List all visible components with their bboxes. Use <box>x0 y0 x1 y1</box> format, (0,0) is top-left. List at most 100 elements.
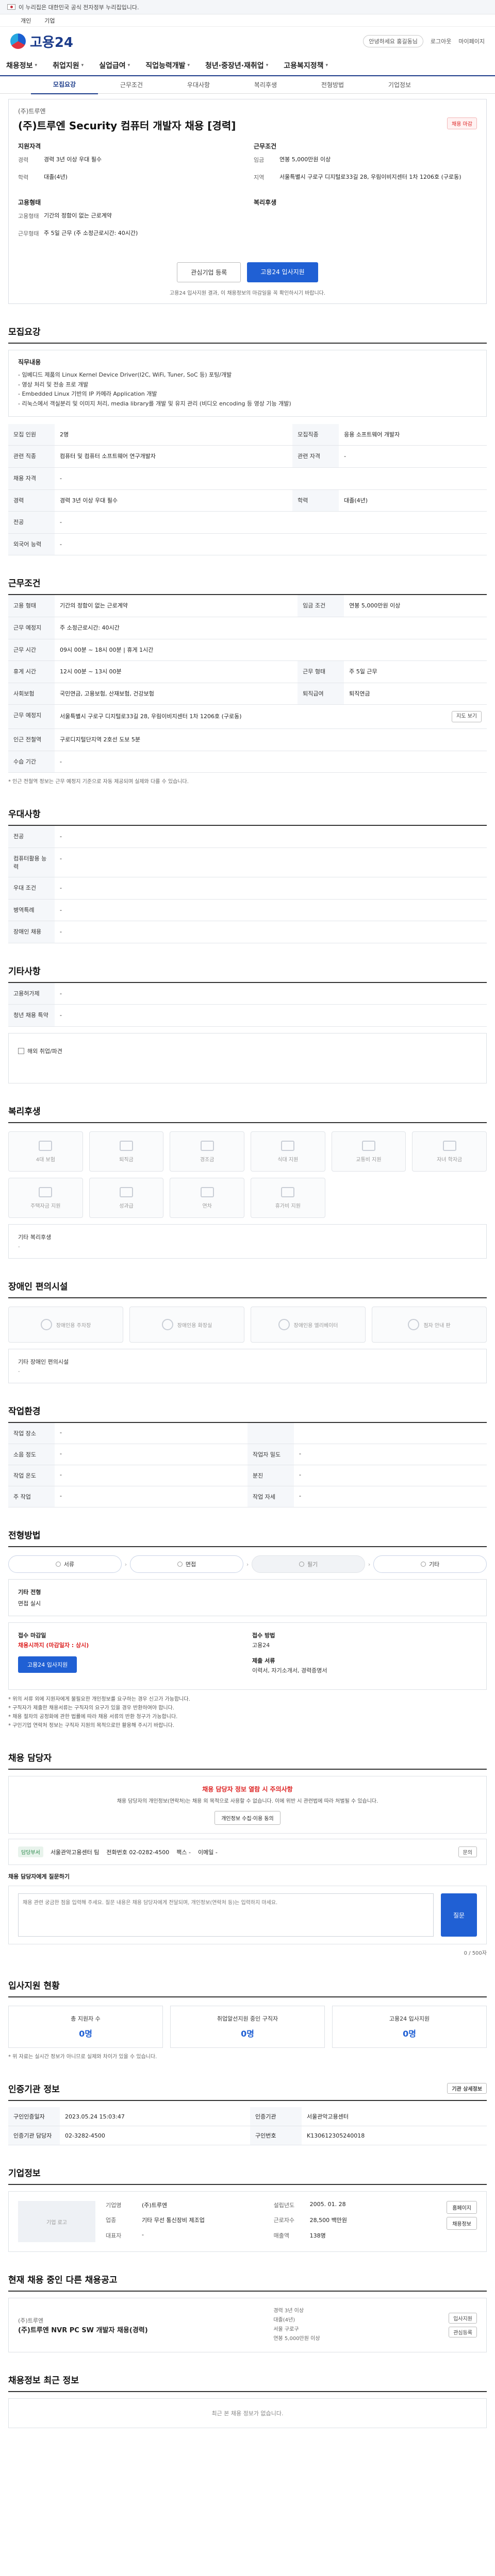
row-key: 학력 <box>292 489 339 512</box>
docs-key: 제출 서류 <box>252 1657 275 1664</box>
other-job-title[interactable]: (주)트루엔 NVR PC SW 개발자 채용(경력) <box>18 2325 148 2334</box>
other-job-company: (주)트루엔 <box>18 2317 44 2324</box>
tab-benefits[interactable]: 복리후생 <box>232 76 299 94</box>
corp-value: - <box>142 2231 144 2238</box>
row-key: 청년 채용 특약 <box>8 1004 55 1027</box>
condition-block: 근무조건 임금 연봉 5,000만원 이상 지역 서울특별시 구로구 디지털로33길… <box>254 142 477 247</box>
tab-work[interactable]: 근무조건 <box>98 76 165 94</box>
nav-item-youth[interactable]: 청년·중장년·재취업 <box>205 60 268 71</box>
benefit-label: 퇴직금 <box>119 1157 134 1163</box>
map-button[interactable]: 지도 보기 <box>452 711 482 723</box>
work-note: * 인근 전철역 정보는 근무 예정지 기준으로 자동 제공되며 실제와 다를 … <box>8 779 189 785</box>
gov-banner: 이 누리집은 대한민국 공식 전자정부 누리집입니다. <box>0 0 495 14</box>
corp-box: 기업 로고 기업명 (주)트루엔 설립년도 2005. 01. 28 업종 기타 무선 … <box>8 2191 487 2252</box>
nav-item-support[interactable]: 취업지원 <box>53 60 84 71</box>
benefits-etc-title: 기타 복리후생 <box>18 1234 52 1241</box>
process-step: 서류 <box>8 1555 122 1573</box>
row-key: 우대 조건 <box>8 877 55 900</box>
env-cell: 작업 장소 - <box>8 1423 248 1445</box>
row-value: - <box>55 877 487 900</box>
table-row: 고용 형태 기간의 정함이 없는 근로계약 임금 조건 연봉 5,000만원 이상 <box>8 595 487 617</box>
nav-item-benefit[interactable]: 실업급여 <box>99 60 130 71</box>
condition-title: 근무조건 <box>254 143 277 150</box>
consent-button[interactable]: 개인정보 수집·이용 동의 <box>214 1811 280 1825</box>
row-key: 외국어 능력 <box>8 533 55 556</box>
logout-link[interactable]: 로그아웃 <box>431 37 451 45</box>
corp-jobs-button[interactable]: 채용정보 <box>447 2217 477 2230</box>
other-interest-button[interactable]: 관심등록 <box>449 2327 477 2338</box>
address-text: 서울특별시 구로구 디지털로33길 28, 우림이비지센터 1차 1206호 (… <box>60 713 242 720</box>
stat-card: 고용24 입사지원 0명 <box>332 2006 487 2048</box>
apply-note: 고용24 입사지원 결과, 이 채용정보의 마감일을 꼭 확인하시기 바랍니다. <box>169 291 326 296</box>
contact-fax: 팩스 - <box>176 1849 191 1856</box>
document-icon <box>55 1562 61 1567</box>
facility-card: 장애인용 화장실 <box>129 1307 244 1343</box>
other-job-card[interactable]: (주)트루엔 (주)트루엔 NVR PC SW 개발자 채용(경력) 경력 3년… <box>8 2298 487 2353</box>
nav-item-policy[interactable]: 고용복지정책 <box>284 60 328 71</box>
work-type-value: 주 5일 근무 (주 소정근로시간: 40시간) <box>44 230 138 236</box>
env-value: - <box>60 1471 62 1479</box>
interview-icon <box>177 1562 183 1567</box>
status-badge: 채용 마감 <box>447 117 477 129</box>
question-input[interactable] <box>18 1893 434 1937</box>
other-apply-button[interactable]: 입사지원 <box>449 2313 477 2324</box>
work-table: 고용 형태 기간의 정함이 없는 근로계약 임금 조건 연봉 5,000만원 이상 근… <box>8 595 487 773</box>
row-value: 주 5일 근무 <box>344 660 487 683</box>
row-key: 채용 자격 <box>8 467 55 490</box>
inquiry-button[interactable]: 문의 <box>458 1846 477 1858</box>
elevator-icon <box>278 1319 290 1331</box>
nav-item-jobs[interactable]: 채용정보 <box>6 60 37 71</box>
tab-company[interactable]: 기업정보 <box>366 76 433 94</box>
benefit-card: 4대 보험 <box>8 1131 83 1172</box>
row-key: 인근 전철역 <box>8 728 55 751</box>
stats-section: 입사지원 현황 총 지원자 수 0명 취업알선지원 중인 구직자 0명 고용24 입… <box>8 1978 487 2061</box>
employment-title: 고용형태 <box>18 199 41 206</box>
process-step: 필기 <box>252 1555 365 1573</box>
education-key: 학력 <box>18 174 29 181</box>
env-key: 작업 장소 <box>8 1423 55 1444</box>
meta-line: 대졸(4년) <box>273 2317 295 2324</box>
row-key: 전공 <box>8 826 55 849</box>
table-row: 모집 인원 2명 모집직종 응용 소프트웨어 개발자 <box>8 423 487 446</box>
agency-detail-button[interactable]: 기관 상세정보 <box>447 2083 487 2094</box>
apply-button-2[interactable]: 고용24 입사지원 <box>18 1656 77 1673</box>
overseas-checkbox[interactable] <box>18 1048 24 1055</box>
apply-button[interactable]: 고용24 입사지원 <box>247 262 318 282</box>
company-name[interactable]: (주)트루엔 <box>18 107 477 115</box>
row-value: K130612305240018 <box>302 2126 487 2146</box>
env-key: 분진 <box>248 1465 294 1486</box>
facility-card: 장애인용 주차장 <box>8 1307 123 1343</box>
question-send-button[interactable]: 질문 <box>441 1893 477 1937</box>
env-cell <box>248 1423 487 1445</box>
tab-personal[interactable]: 개인 <box>21 16 31 25</box>
nav-item-training[interactable]: 직업능력개발 <box>145 60 190 71</box>
benefit-label: 경조금 <box>200 1157 214 1163</box>
stat-label: 고용24 입사지원 <box>389 2015 430 2023</box>
logo[interactable]: 고용24 <box>10 32 73 51</box>
facility-card: 장애인용 엘리베이터 <box>251 1307 366 1343</box>
tab-prefer[interactable]: 우대사항 <box>165 76 232 94</box>
row-value: - <box>55 848 487 878</box>
facility-etc: 기타 장애인 편의시설 - <box>8 1349 487 1384</box>
qualification-title: 지원자격 <box>18 143 41 150</box>
mypage-link[interactable]: 마이페이지 <box>458 37 485 45</box>
bonus-icon <box>119 1187 133 1197</box>
row-key: 경력 <box>8 489 55 512</box>
homepage-button[interactable]: 홈페이지 <box>447 2201 477 2214</box>
tab-recruit[interactable]: 모집요강 <box>31 75 98 94</box>
env-value: - <box>60 1493 62 1500</box>
facility-etc-title: 기타 장애인 편의시설 <box>18 1359 69 1366</box>
interest-button[interactable]: 관심기업 등록 <box>177 262 241 282</box>
tab-company[interactable]: 기업 <box>44 16 55 25</box>
tab-process[interactable]: 전형방법 <box>299 76 366 94</box>
row-key: 근무 예정지 <box>8 617 55 639</box>
row-key: 고용 형태 <box>8 595 55 617</box>
row-key: 장애인 채용 <box>8 921 55 943</box>
duty-box: 직무내용 - 임베디드 제품의 Linux Kernel Device Driv… <box>8 350 487 417</box>
env-value: - <box>60 1429 62 1436</box>
env-key <box>248 1423 294 1444</box>
process-title: 전형방법 <box>8 1528 487 1548</box>
corp-key: 기업명 <box>106 2202 122 2209</box>
row-key: 근무 시간 <box>8 639 55 662</box>
retirement-icon <box>119 1140 133 1151</box>
